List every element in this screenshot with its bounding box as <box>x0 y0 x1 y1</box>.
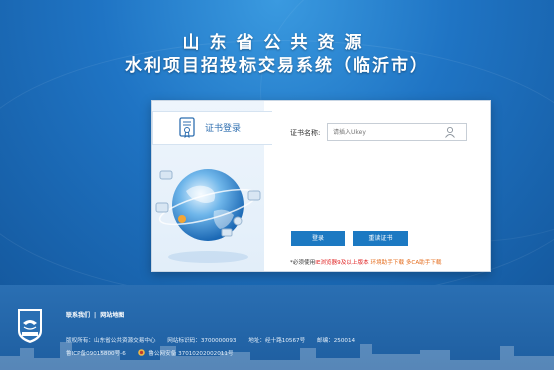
cert-name-label: 证书名称: <box>290 129 321 137</box>
icp-text: 鲁ICP备09015800号-6 <box>66 351 126 357</box>
police-registration-text: 鲁公网安备 37010202002011号 <box>148 351 234 357</box>
page-subtitle: 水利项目招投标交易系统（临沂市） <box>125 56 429 76</box>
notice-browser-requirement: IE浏览器9及以上版本 <box>315 260 369 266</box>
footer-registration: 鲁ICP备09015800号-6 鲁公网安备 37010202002011号 <box>66 349 234 357</box>
globe-illustration <box>152 147 264 271</box>
sitemap-link[interactable]: 网站地图 <box>100 312 124 319</box>
notice-prefix: *必须使用 <box>290 260 316 266</box>
tab-label: 证书登录 <box>205 124 242 134</box>
certificate-icon <box>179 117 195 138</box>
reread-cert-button[interactable]: 重读证书 <box>353 231 408 246</box>
login-button[interactable]: 登录 <box>291 231 345 246</box>
browser-notice: *必须使用IE浏览器9及以上版本 环境助手下载 多CA助手下载 <box>290 258 442 266</box>
police-badge-icon <box>137 349 145 356</box>
address-text: 地址：经十路10567号 <box>248 338 306 344</box>
contact-us-link[interactable]: 联系我们 <box>66 312 90 319</box>
user-icon <box>445 126 455 138</box>
multi-ca-helper-download-link[interactable]: 多CA助手下载 <box>406 260 442 266</box>
footer: 联系我们 | 网站地图 版权所有：山东省公共资源交易中心 网站标识码：3700000… <box>0 285 554 370</box>
footer-links: 联系我们 | 网站地图 <box>66 310 124 319</box>
copyright-text: 版权所有：山东省公共资源交易中心 <box>66 338 156 344</box>
footer-info: 版权所有：山东省公共资源交易中心 网站标识码：3700000093 地址：经十路… <box>66 336 365 344</box>
env-helper-download-link[interactable]: 环境助手下载 <box>370 260 404 266</box>
site-id-text: 网站标识码：3700000093 <box>167 338 237 344</box>
organization-logo <box>18 309 42 343</box>
footer-link-separator: | <box>94 312 97 319</box>
postcode-text: 邮编：250014 <box>316 338 356 344</box>
page-title: 山东省公共资源 <box>182 33 372 53</box>
tab-certificate-login[interactable]: 证书登录 <box>152 111 272 145</box>
